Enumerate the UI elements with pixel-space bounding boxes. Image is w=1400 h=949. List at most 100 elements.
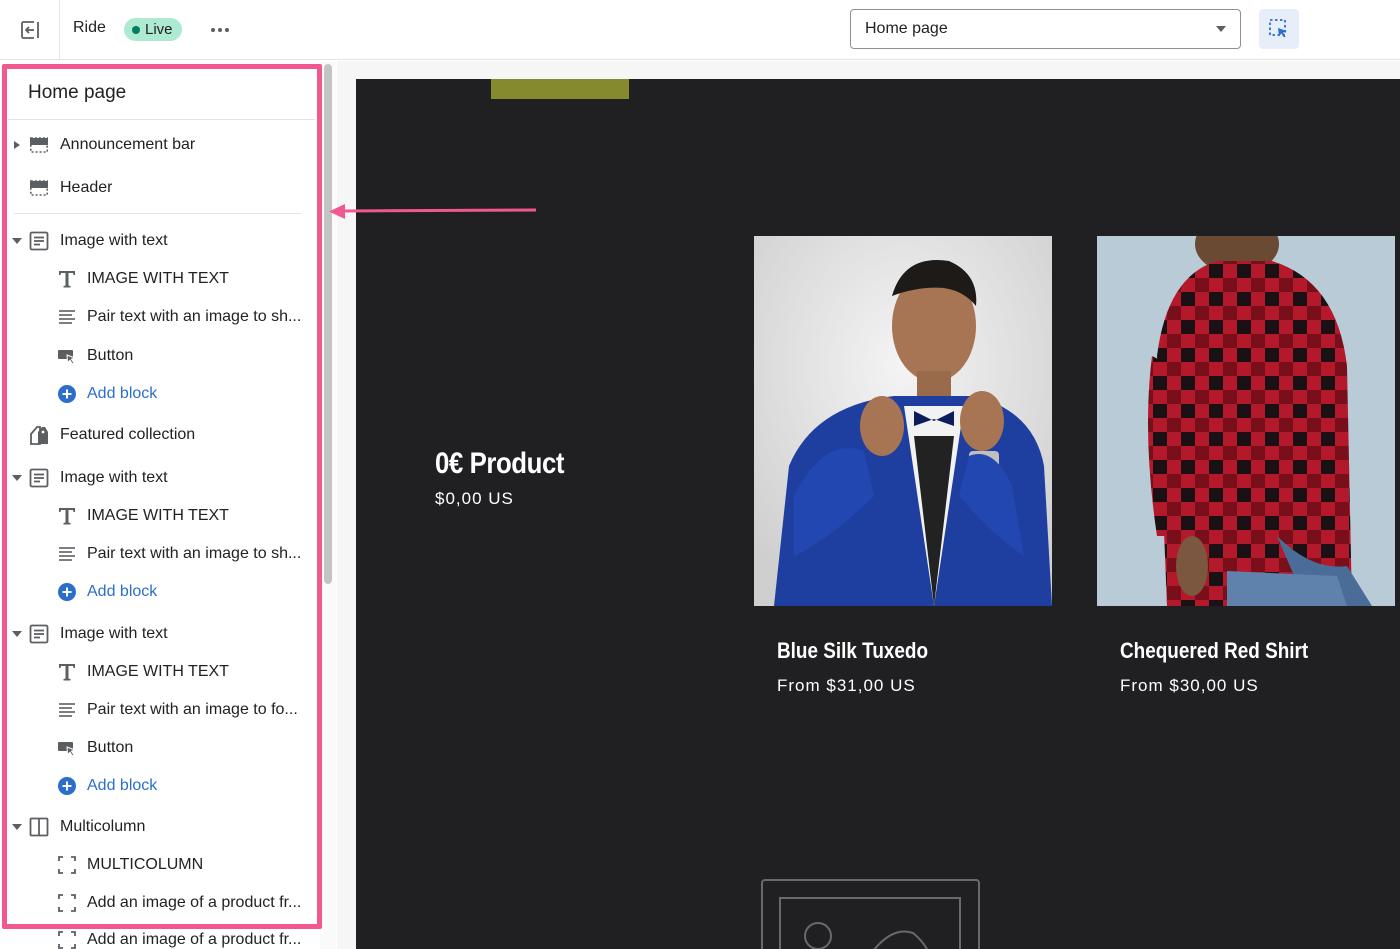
chevron-down-icon[interactable] <box>12 473 22 483</box>
product-price: From $31,00 US <box>777 676 916 695</box>
block-label: IMAGE WITH TEXT <box>87 270 229 287</box>
block-button[interactable]: Button <box>0 731 320 765</box>
add-block-button[interactable]: Add block <box>0 769 320 803</box>
layout-bar-icon <box>29 180 48 196</box>
theme-name: Ride <box>73 19 106 36</box>
divider <box>8 119 315 120</box>
block-label: Pair text with an image to fo... <box>87 701 298 718</box>
red-shirt-photo-icon <box>1097 236 1395 606</box>
section-featured-collection[interactable]: Featured collection <box>0 418 320 452</box>
paragraph-icon <box>59 703 75 717</box>
block-label: IMAGE WITH TEXT <box>87 507 229 524</box>
block-label: Add an image of a product fr... <box>87 894 302 911</box>
block-label: Add an image of a product fr... <box>87 931 302 948</box>
sections-sidebar: Home page Announcement bar Header Image … <box>0 61 336 949</box>
button-icon <box>58 350 77 365</box>
section-announcement-bar[interactable]: Announcement bar <box>0 128 320 162</box>
image-placeholder <box>761 879 980 949</box>
frame-icon <box>58 894 76 912</box>
block-label: Button <box>87 347 134 364</box>
product-title: 0€ Product <box>435 447 565 480</box>
exit-icon <box>20 21 39 39</box>
dot-icon <box>211 28 215 32</box>
text-block-icon <box>29 624 49 644</box>
text-block-icon <box>29 468 49 488</box>
top-bar: Ride Live Home page <box>0 0 1400 60</box>
add-block-label: Add block <box>87 583 158 600</box>
text-type-icon <box>59 271 75 288</box>
columns-icon <box>29 817 49 837</box>
status-label: Live <box>145 21 173 38</box>
inspector-toggle-button[interactable] <box>1259 9 1299 49</box>
product-title[interactable]: Blue Silk Tuxedo <box>777 638 1014 664</box>
product-title[interactable]: Chequered Red Shirt <box>1120 638 1357 664</box>
section-label: Header <box>60 179 113 196</box>
product-price: From $30,00 US <box>1120 676 1259 695</box>
live-status-badge: Live <box>124 18 182 41</box>
block-heading[interactable]: IMAGE WITH TEXT <box>0 499 320 533</box>
block-column[interactable]: Add an image of a product fr... <box>0 886 320 920</box>
section-image-with-text[interactable]: Image with text <box>0 224 320 258</box>
text-type-icon <box>59 508 75 525</box>
add-block-button[interactable]: Add block <box>0 575 320 609</box>
frame-icon <box>58 856 76 874</box>
accent-bar <box>491 79 629 99</box>
block-label: Button <box>87 739 134 756</box>
chevron-down-icon[interactable] <box>12 822 22 832</box>
chevron-down-icon[interactable] <box>12 629 22 639</box>
exit-button[interactable] <box>0 0 60 60</box>
section-header[interactable]: Header <box>0 171 320 205</box>
product-card[interactable]: Chequered Red Shirt From $30,00 US <box>1097 236 1395 696</box>
sidebar-scrollbar-thumb[interactable] <box>324 64 332 584</box>
section-multicolumn[interactable]: Multicolumn <box>0 810 320 844</box>
section-image-with-text[interactable]: Image with text <box>0 617 320 651</box>
block-multicolumn-heading[interactable]: MULTICOLUMN <box>0 848 320 882</box>
dot-icon <box>218 28 222 32</box>
block-label: MULTICOLUMN <box>87 856 204 873</box>
chevron-down-icon <box>1216 26 1226 32</box>
select-cursor-icon <box>1269 19 1287 38</box>
more-actions-button[interactable] <box>206 18 234 42</box>
block-label: Pair text with an image to sh... <box>87 308 302 325</box>
product-image[interactable] <box>754 236 1052 606</box>
button-icon <box>58 742 77 757</box>
section-image-with-text[interactable]: Image with text <box>0 461 320 495</box>
section-label: Announcement bar <box>60 136 196 153</box>
block-text[interactable]: Pair text with an image to sh... <box>0 537 320 571</box>
plus-circle-icon <box>58 583 76 601</box>
product-price: $0,00 US <box>435 489 514 508</box>
image-placeholder-icon <box>779 897 961 949</box>
frame-icon <box>58 931 76 949</box>
dot-icon <box>225 28 229 32</box>
add-block-label: Add block <box>87 385 158 402</box>
section-label: Multicolumn <box>60 818 146 835</box>
block-text[interactable]: Pair text with an image to sh... <box>0 300 320 334</box>
status-dot-icon <box>132 25 140 34</box>
tags-icon <box>30 426 48 445</box>
block-column[interactable]: Add an image of a product fr... <box>0 923 320 949</box>
section-label: Image with text <box>60 625 168 642</box>
add-block-label: Add block <box>87 777 158 794</box>
product-image[interactable] <box>1097 236 1395 606</box>
text-type-icon <box>59 664 75 681</box>
divider <box>14 213 301 214</box>
block-heading[interactable]: IMAGE WITH TEXT <box>0 262 320 296</box>
product-card[interactable]: Blue Silk Tuxedo From $31,00 US <box>754 236 1052 696</box>
tuxedo-photo-icon <box>754 236 1052 606</box>
add-block-button[interactable]: Add block <box>0 377 320 411</box>
section-label: Featured collection <box>60 426 196 443</box>
sidebar-title: Home page <box>28 82 127 103</box>
block-button[interactable]: Button <box>0 339 320 373</box>
plus-circle-icon <box>58 777 76 795</box>
page-selector[interactable]: Home page <box>850 9 1241 49</box>
chevron-right-icon[interactable] <box>12 140 22 150</box>
block-heading[interactable]: IMAGE WITH TEXT <box>0 655 320 689</box>
featured-product[interactable]: 0€ Product $0,00 US <box>435 447 585 509</box>
paragraph-icon <box>59 547 75 561</box>
text-block-icon <box>29 231 49 251</box>
block-text[interactable]: Pair text with an image to fo... <box>0 693 320 727</box>
annotation-arrow-icon <box>329 204 537 219</box>
chevron-down-icon[interactable] <box>12 236 22 246</box>
plus-circle-icon <box>58 385 76 403</box>
page-selector-value: Home page <box>865 20 948 37</box>
